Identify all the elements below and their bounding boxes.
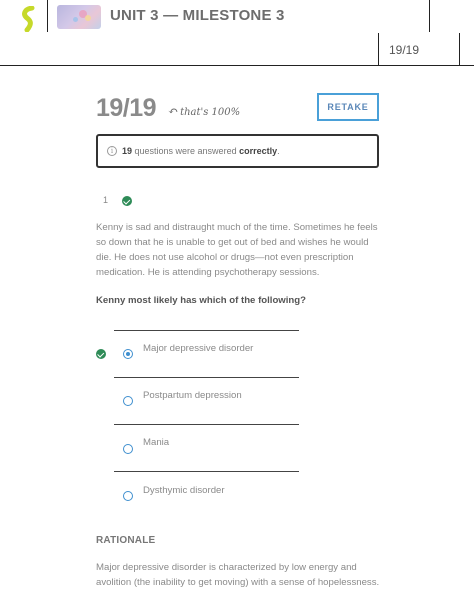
answer-option[interactable]: Dysthymic disorder (143, 485, 225, 496)
question-stem: Kenny is sad and distraught much of the … (96, 222, 378, 278)
answer-option[interactable]: Postpartum depression (143, 390, 242, 401)
rationale-text: Major depressive disorder is characteriz… (96, 562, 380, 588)
radio-icon[interactable] (123, 396, 133, 406)
answer-option[interactable]: Major depressive disorder (143, 343, 253, 354)
result-text-mid: questions were answered (132, 146, 240, 156)
radio-icon[interactable] (123, 349, 133, 359)
check-icon (96, 349, 106, 359)
divider (459, 33, 460, 66)
page-title: UNIT 3 — MILESTONE 3 (110, 7, 285, 24)
score-annotation: ↶ that's 100% (168, 104, 240, 118)
result-text: 19 questions were answered correctly. (122, 146, 280, 156)
answer-divider (114, 330, 299, 331)
course-thumbnail (57, 5, 101, 29)
divider (378, 33, 379, 66)
divider (429, 0, 430, 32)
result-banner: i 19 questions were answered correctly. (96, 134, 379, 168)
info-icon: i (107, 146, 117, 156)
result-emphasis: correctly (239, 146, 278, 156)
divider (47, 0, 48, 32)
radio-icon[interactable] (123, 444, 133, 454)
check-icon (122, 196, 132, 206)
header-border (0, 65, 474, 66)
question-number: 1 (103, 195, 109, 205)
header-score: 19/19 (389, 43, 420, 57)
annotation-text: that's 100% (180, 107, 241, 118)
score-display: 19/19 (96, 94, 157, 122)
retake-button[interactable]: RETAKE (317, 93, 379, 121)
question-prompt: Kenny most likely has which of the follo… (96, 295, 307, 306)
result-text-end: . (277, 146, 280, 156)
answer-divider (114, 377, 299, 378)
answer-option[interactable]: Mania (143, 437, 169, 448)
radio-icon[interactable] (123, 491, 133, 501)
correct-count: 19 (122, 146, 133, 156)
arrow-icon: ↶ (168, 104, 179, 118)
rationale-heading: RATIONALE (96, 535, 156, 546)
answer-divider (114, 424, 299, 425)
logo-icon[interactable] (18, 6, 42, 32)
answer-divider (114, 471, 299, 472)
top-bar: UNIT 3 — MILESTONE 3 19/19 (0, 0, 474, 66)
